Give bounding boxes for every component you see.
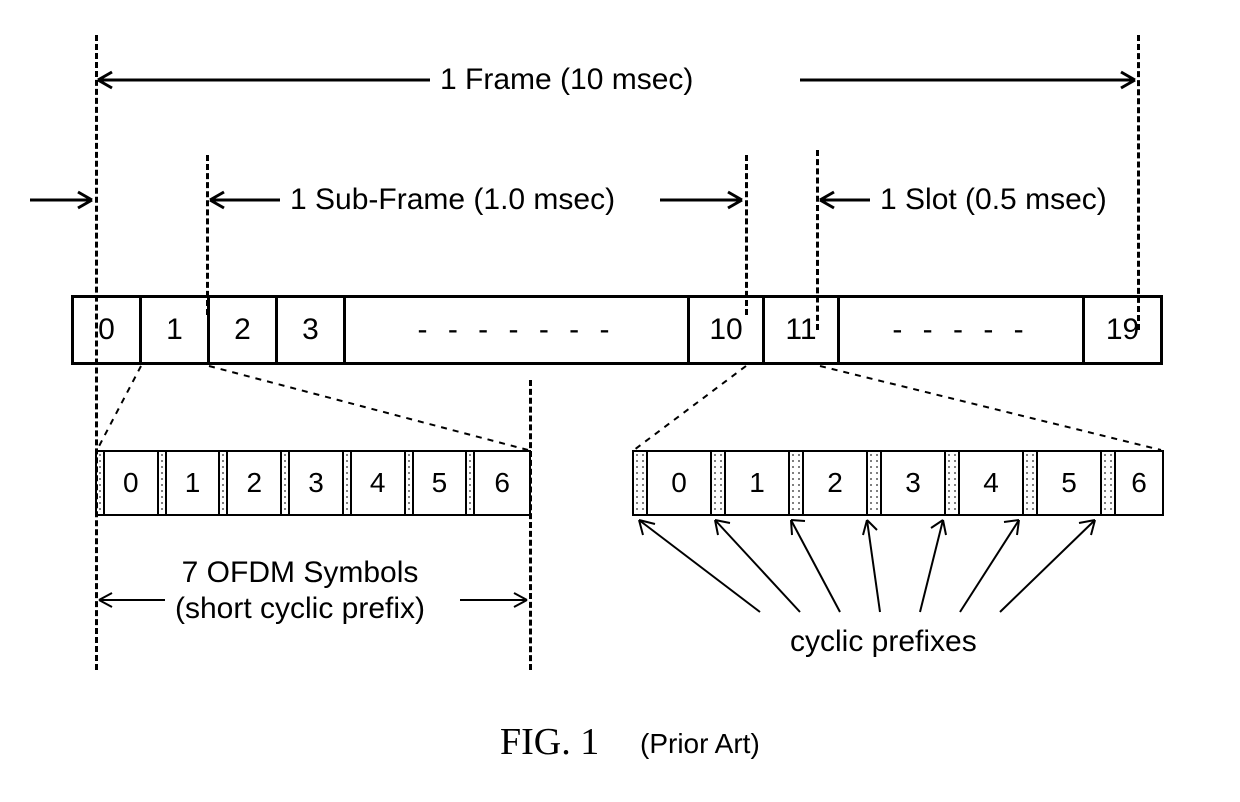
diagram-canvas: 1 Frame (10 msec) 1 Sub-Frame (1.0 msec)… [0, 0, 1240, 802]
figure-title: FIG. 1 [500, 720, 599, 764]
cp-arrows [0, 0, 1240, 660]
cp-label: cyclic prefixes [790, 625, 977, 659]
figure-subtitle: (Prior Art) [640, 728, 760, 760]
